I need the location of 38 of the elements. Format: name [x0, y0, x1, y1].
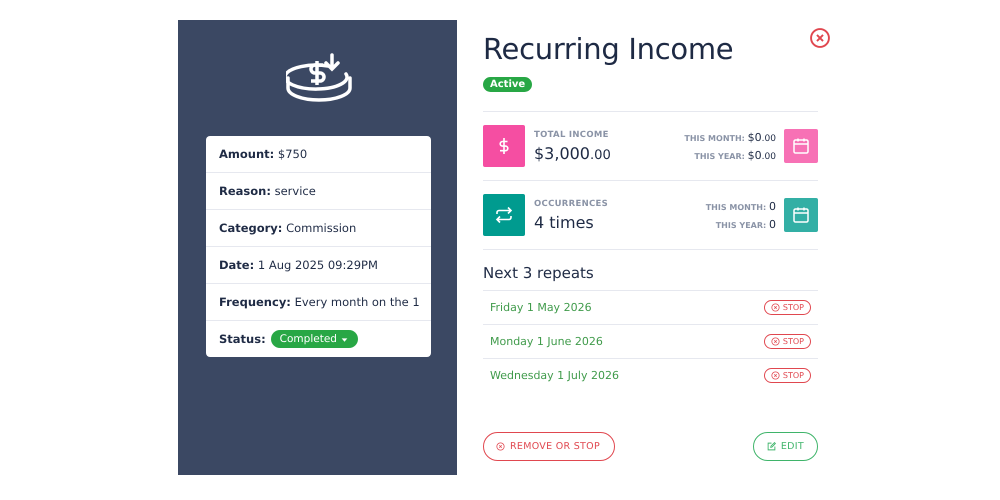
cancel-icon [770, 303, 780, 312]
status-label: Status: [219, 332, 266, 346]
calendar-button[interactable] [784, 129, 818, 163]
page-title: Recurring Income [483, 32, 734, 66]
detail-text: Amount: $750 [219, 147, 308, 161]
detail-text: Date: 1 Aug 2025 09:29PM [219, 258, 378, 272]
stat-label: OCCURRENCES [534, 198, 610, 208]
stat-value: 4 times [534, 212, 595, 232]
detail-text: Frequency: Every month on the 1 [219, 295, 420, 309]
stat-value: $3,000.00 [534, 144, 612, 162]
close-button[interactable] [809, 27, 831, 49]
detail-text: Category: Commission [219, 221, 356, 235]
cancel-icon [496, 442, 505, 451]
cancel-icon [770, 337, 780, 346]
status-badge: Active [483, 77, 532, 92]
section-title: Next 3 repeats [483, 249, 818, 290]
year-stat: THIS YEAR: $0.00 [693, 148, 776, 162]
year-stat: THIS YEAR: 0 [714, 218, 776, 230]
repeat-date: Monday 1 June 2026 [490, 335, 603, 348]
stop-button[interactable]: STOP [764, 368, 811, 383]
stop-button[interactable]: STOP [764, 334, 811, 349]
edit-button[interactable]: EDIT [752, 432, 818, 461]
edit-icon [766, 442, 776, 451]
calendar-button[interactable] [784, 198, 818, 232]
calendar-icon [791, 205, 811, 225]
stat-label: TOTAL INCOME [534, 130, 610, 140]
cancel-icon [770, 371, 780, 380]
month-stat: THIS MONTH: 0 [706, 200, 776, 212]
close-icon [809, 27, 831, 49]
repeat-date: Wednesday 1 July 2026 [490, 369, 619, 382]
calendar-icon [791, 136, 811, 156]
detail-text: Reason: service [219, 184, 316, 198]
repeat-icon [494, 205, 514, 225]
month-stat: THIS MONTH: $0.00 [684, 130, 776, 144]
stop-button[interactable]: STOP [764, 300, 811, 315]
remove-button[interactable]: REMOVE OR STOP [483, 432, 615, 461]
status-dropdown[interactable]: Completed [270, 330, 358, 348]
repeat-date: Friday 1 May 2026 [490, 301, 592, 314]
